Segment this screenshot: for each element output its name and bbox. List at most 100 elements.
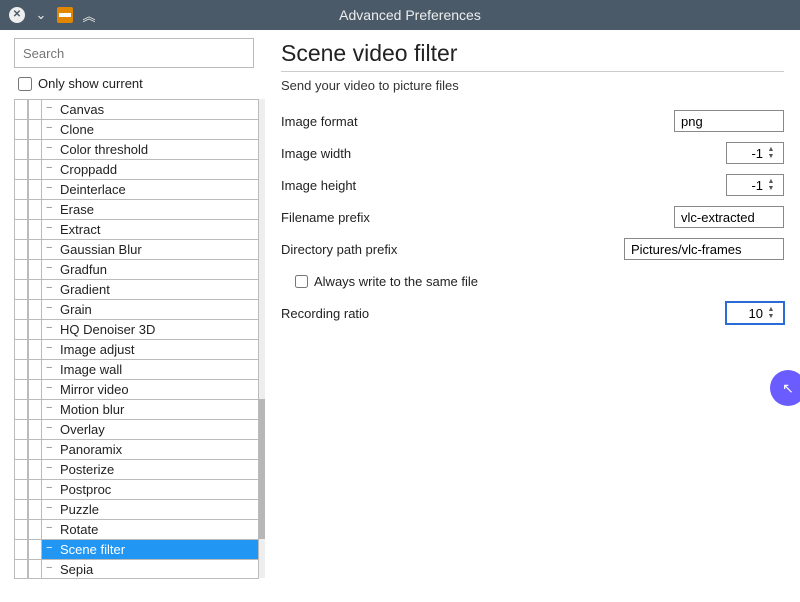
tree-item[interactable]: Image wall (14, 359, 259, 379)
tree-item[interactable]: Gaussian Blur (14, 239, 259, 259)
titlebar: ✕ ⌄ ︽ Advanced Preferences (0, 0, 800, 30)
tree-gutter (14, 559, 28, 579)
tree-item[interactable]: Canvas (14, 99, 259, 119)
tree-item-label[interactable]: Image wall (42, 359, 259, 379)
tree-item[interactable]: HQ Denoiser 3D (14, 319, 259, 339)
always-write-row[interactable]: Always write to the same file (281, 274, 784, 289)
tree-item[interactable]: Clone (14, 119, 259, 139)
always-write-checkbox[interactable] (295, 275, 308, 288)
tree-item[interactable]: Overlay (14, 419, 259, 439)
image-width-input[interactable] (727, 146, 765, 161)
tree-item[interactable]: Mirror video (14, 379, 259, 399)
only-show-current-checkbox[interactable] (18, 77, 32, 91)
tree-item[interactable]: Erase (14, 199, 259, 219)
tree-item-label[interactable]: Puzzle (42, 499, 259, 519)
spin-up-icon[interactable]: ▲ (768, 306, 775, 313)
tree-item-label[interactable]: Overlay (42, 419, 259, 439)
tree-item-label[interactable]: Image adjust (42, 339, 259, 359)
tree-item[interactable]: Extract (14, 219, 259, 239)
tree-gutter (28, 179, 42, 199)
directory-path-input[interactable] (624, 238, 784, 260)
tree-item-label[interactable]: Deinterlace (42, 179, 259, 199)
tree-gutter (14, 279, 28, 299)
image-format-label: Image format (281, 114, 674, 129)
tree-gutter (28, 239, 42, 259)
tree-gutter (28, 519, 42, 539)
image-height-input[interactable] (727, 178, 765, 193)
filename-prefix-label: Filename prefix (281, 210, 674, 225)
tree-item[interactable]: Sepia (14, 559, 259, 579)
tree-item-label[interactable]: Sepia (42, 559, 259, 579)
tree-gutter (28, 459, 42, 479)
recording-ratio-stepper[interactable]: ▲▼ (726, 302, 784, 324)
tree-item[interactable]: Motion blur (14, 399, 259, 419)
tree-item[interactable]: Gradient (14, 279, 259, 299)
tree-gutter (28, 419, 42, 439)
tree-gutter (14, 419, 28, 439)
tree-item[interactable]: Scene filter (14, 539, 259, 559)
tree-item-label[interactable]: Color threshold (42, 139, 259, 159)
tree-item-label[interactable]: Scene filter (42, 539, 259, 559)
close-button[interactable]: ✕ (8, 6, 26, 24)
tree-item-label[interactable]: Gaussian Blur (42, 239, 259, 259)
tree-item[interactable]: Posterize (14, 459, 259, 479)
tree-gutter (14, 459, 28, 479)
tree-gutter (28, 199, 42, 219)
tree-gutter (28, 559, 42, 579)
panel-heading: Scene video filter (281, 40, 784, 67)
recording-ratio-input[interactable] (727, 306, 765, 321)
tree-item-label[interactable]: Motion blur (42, 399, 259, 419)
tree-item-label[interactable]: Mirror video (42, 379, 259, 399)
tree-gutter (14, 339, 28, 359)
image-format-input[interactable] (674, 110, 784, 132)
tree-gutter (28, 279, 42, 299)
tree-item-label[interactable]: Postproc (42, 479, 259, 499)
divider (281, 71, 784, 72)
search-input[interactable] (14, 38, 254, 68)
tree-item[interactable]: Panoramix (14, 439, 259, 459)
tree-item[interactable]: Postproc (14, 479, 259, 499)
tree-item[interactable]: Puzzle (14, 499, 259, 519)
spin-down-icon[interactable]: ▼ (768, 153, 775, 160)
filename-prefix-input[interactable] (674, 206, 784, 228)
tree-item-label[interactable]: Clone (42, 119, 259, 139)
spin-down-icon[interactable]: ▼ (768, 313, 775, 320)
app-icon (56, 6, 74, 24)
tree-gutter (14, 479, 28, 499)
tree-gutter (14, 399, 28, 419)
tree-gutter (28, 479, 42, 499)
tree-item-label[interactable]: HQ Denoiser 3D (42, 319, 259, 339)
tree-item-label[interactable]: Grain (42, 299, 259, 319)
tree-item[interactable]: Deinterlace (14, 179, 259, 199)
image-height-stepper[interactable]: ▲▼ (726, 174, 784, 196)
tree-item[interactable]: Croppadd (14, 159, 259, 179)
tree-gutter (28, 499, 42, 519)
tree-item-label[interactable]: Extract (42, 219, 259, 239)
tree-item[interactable]: Rotate (14, 519, 259, 539)
tree-item[interactable]: Grain (14, 299, 259, 319)
tree-item[interactable]: Image adjust (14, 339, 259, 359)
chevron-up-icon[interactable]: ︽ (80, 6, 98, 24)
spin-up-icon[interactable]: ▲ (768, 178, 775, 185)
tree-item[interactable]: Gradfun (14, 259, 259, 279)
spin-up-icon[interactable]: ▲ (768, 146, 775, 153)
tree-gutter (28, 299, 42, 319)
image-width-stepper[interactable]: ▲▼ (726, 142, 784, 164)
tree-gutter (28, 359, 42, 379)
tree-gutter (28, 119, 42, 139)
only-show-current-row[interactable]: Only show current (14, 74, 265, 93)
tree-item[interactable]: Color threshold (14, 139, 259, 159)
chevron-down-icon[interactable]: ⌄ (32, 6, 50, 24)
tree-item-label[interactable]: Croppadd (42, 159, 259, 179)
tree-item-label[interactable]: Gradfun (42, 259, 259, 279)
tree-gutter (14, 439, 28, 459)
tree-item-label[interactable]: Gradient (42, 279, 259, 299)
tree-item-label[interactable]: Canvas (42, 99, 259, 119)
filter-tree[interactable]: CanvasCloneColor thresholdCroppaddDeinte… (14, 99, 265, 594)
spin-down-icon[interactable]: ▼ (768, 185, 775, 192)
tree-item-label[interactable]: Erase (42, 199, 259, 219)
tree-item-label[interactable]: Panoramix (42, 439, 259, 459)
tree-item-label[interactable]: Posterize (42, 459, 259, 479)
tree-item-label[interactable]: Rotate (42, 519, 259, 539)
tree-gutter (28, 379, 42, 399)
